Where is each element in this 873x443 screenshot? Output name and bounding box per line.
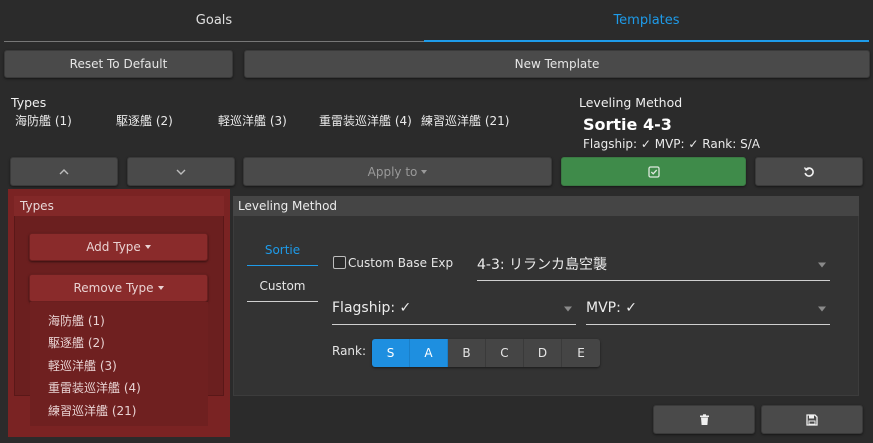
undo-button[interactable] — [755, 157, 863, 186]
caret-down-icon — [818, 306, 826, 312]
chevron-up-icon — [59, 168, 69, 174]
remove-type-option[interactable]: 駆逐艦 (2) — [48, 334, 105, 351]
mvp-select-value: MVP: ✓ — [586, 300, 637, 316]
type-chip: 海防艦 (1) — [15, 114, 72, 128]
undo-icon — [803, 166, 814, 177]
rank-c-button[interactable]: C — [486, 339, 524, 367]
custom-base-exp-label: Custom Base Exp — [348, 256, 454, 270]
save-button[interactable] — [761, 405, 863, 434]
tab-templates[interactable]: Templates — [424, 0, 869, 42]
tab-goals[interactable]: Goals — [4, 0, 424, 42]
delete-button[interactable] — [653, 405, 755, 434]
rank-e-button[interactable]: E — [562, 339, 600, 367]
caret-down-icon — [157, 286, 164, 290]
tab-sortie[interactable]: Sortie — [247, 234, 318, 266]
remove-type-label: Remove Type — [73, 281, 154, 295]
leveling-method-panel-heading: Leveling Method — [233, 196, 859, 216]
map-select-value: 4-3: リランカ島空襲 — [477, 257, 608, 273]
remove-type-option[interactable]: 軽巡洋艦 (3) — [48, 357, 117, 374]
remove-type-button[interactable]: Remove Type — [29, 274, 208, 302]
new-template-button[interactable]: New Template — [244, 50, 870, 78]
trash-icon — [699, 413, 709, 425]
types-heading: Types — [11, 95, 47, 110]
caret-down-icon — [564, 306, 572, 312]
rank-s-button[interactable]: S — [372, 339, 410, 367]
remove-type-option[interactable]: 重雷装巡洋艦 (4) — [48, 379, 141, 396]
remove-type-option[interactable]: 海防艦 (1) — [48, 312, 105, 329]
caret-down-icon — [818, 262, 826, 268]
confirm-button[interactable] — [561, 157, 746, 186]
rank-b-button[interactable]: B — [448, 339, 486, 367]
caret-down-icon — [421, 169, 428, 174]
rank-label: Rank: — [332, 344, 367, 358]
rank-a-button[interactable]: A — [410, 339, 448, 367]
map-select[interactable]: 4-3: リランカ島空襲 — [477, 248, 830, 281]
flagship-select-value: Flagship: ✓ — [332, 300, 412, 316]
check-square-icon — [647, 165, 660, 178]
chevron-down-icon — [176, 169, 186, 175]
type-chip: 駆逐艦 (2) — [116, 114, 173, 128]
caret-down-icon — [144, 245, 151, 249]
rank-button-group: S A B C D E — [372, 339, 600, 367]
types-panel-heading: Types — [14, 196, 224, 216]
custom-base-exp-checkbox[interactable] — [333, 256, 346, 269]
tab-custom[interactable]: Custom — [247, 270, 318, 302]
save-icon — [806, 413, 818, 426]
leveling-method-summary: Flagship: ✓ MVP: ✓ Rank: S/A — [583, 137, 760, 151]
mvp-select[interactable]: MVP: ✓ — [586, 292, 830, 325]
move-up-button[interactable] — [10, 157, 118, 186]
apply-to-dropdown[interactable]: Apply to — [243, 157, 552, 186]
rank-d-button[interactable]: D — [524, 339, 562, 367]
move-down-button[interactable] — [127, 157, 235, 186]
leveling-method-heading: Leveling Method — [579, 95, 683, 110]
add-type-button[interactable]: Add Type — [29, 233, 208, 261]
type-chip: 練習巡洋艦 (21) — [421, 114, 510, 128]
type-chip: 重雷装巡洋艦 (4) — [319, 114, 412, 128]
add-type-label: Add Type — [86, 240, 141, 254]
remove-type-option[interactable]: 練習巡洋艦 (21) — [48, 402, 136, 419]
reset-to-default-button[interactable]: Reset To Default — [4, 50, 233, 78]
type-chip: 軽巡洋艦 (3) — [218, 114, 287, 128]
apply-to-label: Apply to — [367, 164, 418, 179]
tab-bar: Goals Templates — [0, 0, 873, 42]
flagship-select[interactable]: Flagship: ✓ — [332, 292, 576, 325]
leveling-method-title: Sortie 4-3 — [583, 115, 672, 134]
